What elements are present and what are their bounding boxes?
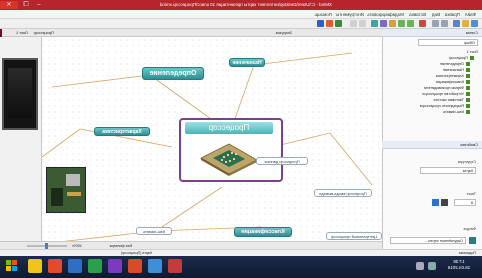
relationship-icon[interactable]: [389, 20, 396, 27]
outline-item[interactable]: Кэш-память: [443, 109, 470, 115]
structure-select[interactable]: Карта: [420, 167, 476, 174]
toolbar: [0, 19, 482, 29]
leaf-data-processor[interactable]: Процессор данных: [256, 157, 308, 165]
maximize-button[interactable]: ❐: [20, 1, 32, 9]
window-titlebar: XMind - C:\Users\Desktop\интеллект карты…: [0, 0, 482, 10]
topic-icon: [466, 104, 470, 108]
summary-icon[interactable]: [371, 20, 378, 27]
skype-taskbar-icon[interactable]: [148, 259, 162, 273]
properties-header: Свойства: [382, 141, 482, 149]
mirrored-screenshot: XMind - C:\Users\Desktop\интеллект карты…: [0, 0, 482, 278]
menu-help[interactable]: Помощь: [315, 10, 332, 19]
central-topic[interactable]: Процессор: [179, 118, 283, 182]
media-taskbar-icon[interactable]: [48, 259, 62, 273]
explorer-taskbar-icon[interactable]: [28, 259, 42, 273]
status-bar: Карта (Процессор) Подсказки: [0, 249, 482, 256]
connector-line: [253, 52, 353, 66]
mindmap-canvas[interactable]: Процессор Назначение Определение Характе…: [42, 37, 382, 241]
topic-icon: [466, 74, 470, 78]
topic-icon: [466, 86, 470, 90]
connector-line: [51, 74, 151, 88]
volume-icon[interactable]: [416, 262, 424, 270]
clock-date: 18.04.2016: [447, 265, 471, 270]
present-icon[interactable]: [317, 20, 324, 27]
canvas-status-bar: Без фильтра 100%: [0, 241, 382, 249]
leaf-cache-memory[interactable]: Кэш-память: [136, 227, 172, 235]
menu-bar: Файл Правка Вид Вставка Модифицировать И…: [0, 10, 482, 19]
topic-icon: [466, 68, 470, 72]
leaf-central-processor[interactable]: Центральный процессор: [326, 232, 382, 240]
xmind-taskbar-icon[interactable]: [168, 259, 182, 273]
topic-icon: [466, 110, 470, 114]
connector-line: [155, 186, 223, 232]
taskbar: 17:38 18.04.2016: [0, 256, 482, 278]
structure-label: Структура: [457, 160, 476, 164]
leaf-io-processor[interactable]: Процессор ввода-вывода: [314, 189, 372, 197]
outline-search-input[interactable]: Обзор: [418, 39, 478, 46]
menu-view[interactable]: Вид: [432, 10, 440, 19]
topic-icon: [466, 98, 470, 102]
menu-file[interactable]: Файл: [465, 10, 476, 19]
chrome-taskbar-icon[interactable]: [88, 259, 102, 273]
topic-classification[interactable]: Классификация: [234, 227, 292, 237]
export-icon[interactable]: [326, 20, 333, 27]
processor-photo: [2, 58, 38, 130]
network-icon[interactable]: [428, 262, 436, 270]
tab-sheet-1[interactable]: Лист 1: [16, 29, 28, 37]
outline-panel: Схема Обзор Лист 1 Процессор Определение…: [382, 29, 482, 262]
fill-color-swatch[interactable]: [469, 237, 476, 244]
topic-icon: [466, 62, 470, 66]
bold-button[interactable]: [441, 199, 448, 206]
connector-line: [42, 128, 81, 158]
word-taskbar-icon[interactable]: [68, 259, 82, 273]
menu-edit[interactable]: Правка: [445, 10, 460, 19]
processor-chip-image: [200, 143, 258, 176]
open-icon[interactable]: [462, 20, 469, 27]
taskbar-clock[interactable]: 17:38 18.04.2016: [442, 259, 476, 271]
save-icon[interactable]: [453, 20, 460, 27]
font-size-field[interactable]: 8: [454, 199, 476, 206]
topic-icon[interactable]: [407, 20, 414, 27]
windows-logo-icon: [6, 260, 17, 271]
close-button[interactable]: ✕: [0, 1, 18, 9]
start-button[interactable]: [4, 259, 18, 273]
topic-icon: [466, 80, 470, 84]
motherboard-image: [46, 167, 86, 213]
topic-purpose[interactable]: Назначение: [229, 58, 265, 67]
app-taskbar-icon[interactable]: [108, 259, 122, 273]
zoom-in-icon[interactable]: [359, 20, 366, 27]
new-icon[interactable]: [471, 20, 478, 27]
undo-icon[interactable]: [441, 20, 448, 27]
menu-insert[interactable]: Вставка: [409, 10, 426, 19]
central-topic-label: Процессор: [185, 122, 273, 134]
window-title: XMind - C:\Users\Desktop\интеллект карты…: [159, 2, 332, 7]
tab-processor[interactable]: Процессор: [34, 29, 54, 37]
share-icon[interactable]: [335, 20, 342, 27]
outline-header: Схема: [382, 29, 482, 37]
subtopic-icon[interactable]: [398, 20, 405, 27]
screen: XMind - C:\Users\Desktop\интеллект карты…: [0, 0, 482, 278]
connector-line: [329, 132, 373, 186]
zoom-out-icon[interactable]: [350, 20, 357, 27]
powerpoint-taskbar-icon[interactable]: [128, 259, 142, 273]
menu-modify[interactable]: Модифицировать: [367, 10, 404, 19]
delete-icon[interactable]: [419, 20, 426, 27]
boundary-icon[interactable]: [380, 20, 387, 27]
topic-icon: [470, 56, 474, 60]
shape-section-label: Фигура: [463, 227, 476, 231]
text-section-label: Текст: [466, 192, 476, 196]
loading-indicator: Загрузка: [275, 30, 292, 35]
text-color-button[interactable]: [432, 199, 439, 206]
redo-icon[interactable]: [432, 20, 439, 27]
menu-tools[interactable]: Инструменты: [336, 10, 364, 19]
shape-select[interactable]: Округлённые черты...: [390, 237, 466, 244]
topic-icon: [466, 92, 470, 96]
topic-definition[interactable]: Определение: [142, 67, 204, 80]
sheet-tabs: Процессор Лист 1 Загрузка: [2, 29, 382, 37]
minimize-button[interactable]: –: [33, 1, 45, 9]
topic-characteristics[interactable]: Характеристика: [94, 127, 150, 136]
